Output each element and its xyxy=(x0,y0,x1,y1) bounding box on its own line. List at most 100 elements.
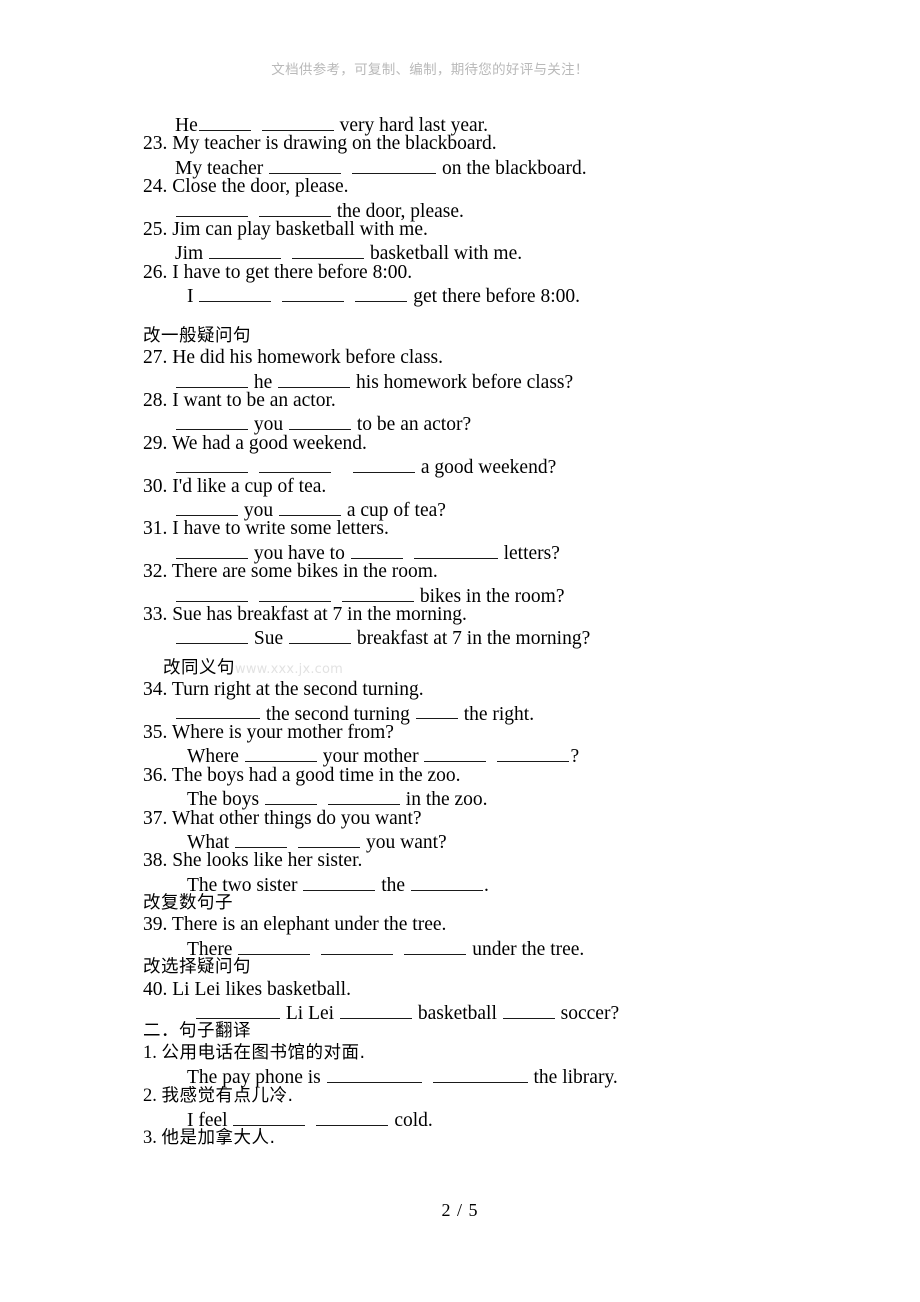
fill-blank[interactable] xyxy=(259,198,331,217)
item-number: 31. xyxy=(143,518,168,540)
answer-line: There under the tree. xyxy=(143,936,843,960)
fill-blank[interactable] xyxy=(259,454,331,474)
fill-blank[interactable] xyxy=(176,454,248,474)
item-prompt: He did his homework before class. xyxy=(172,347,444,369)
fill-blank[interactable] xyxy=(502,1000,555,1019)
answer-line: a good weekend? xyxy=(143,454,843,479)
item-number: 30. xyxy=(143,475,168,497)
fill-blank[interactable] xyxy=(261,112,334,131)
answer-line: The two sister the . xyxy=(143,872,843,896)
fill-blank[interactable] xyxy=(292,240,365,260)
item-number: 28. xyxy=(143,390,168,412)
answer-line: you a cup of tea? xyxy=(143,497,843,521)
answer-suffix: to be an actor? xyxy=(356,414,472,436)
fill-blank[interactable] xyxy=(303,872,376,891)
answer-line: The boys in the zoo. xyxy=(143,786,843,810)
answer-line: Where your mother ? xyxy=(143,743,843,767)
item-number: 40. xyxy=(143,978,168,1000)
fill-blank[interactable] xyxy=(176,625,248,645)
item-prompt: 他是加拿大人. xyxy=(161,1128,276,1149)
fill-blank[interactable] xyxy=(282,283,345,303)
fill-blank[interactable] xyxy=(264,786,317,806)
fill-blank[interactable] xyxy=(176,411,248,431)
fill-blank[interactable] xyxy=(176,540,248,559)
item-number: 27. xyxy=(143,347,168,369)
answer-mid-2: basketball xyxy=(417,1002,497,1024)
answer-line: the second turning the right. xyxy=(143,701,843,724)
fill-blank[interactable] xyxy=(432,1064,528,1084)
fill-blank[interactable] xyxy=(199,283,272,303)
fill-blank[interactable] xyxy=(176,369,248,388)
answer-suffix: . xyxy=(483,874,489,896)
answer-line: Jim basketball with me. xyxy=(143,240,843,264)
fill-blank[interactable] xyxy=(353,454,415,474)
answer-suffix: a good weekend? xyxy=(420,457,557,479)
question-line: 38. She looks like her sister. xyxy=(143,850,843,871)
item-number: 1. xyxy=(143,1042,157,1063)
item-prompt: Where is your mother from? xyxy=(171,721,394,743)
fill-blank[interactable] xyxy=(415,701,458,720)
fill-blank[interactable] xyxy=(413,540,498,559)
question-line: 36. The boys had a good time in the zoo. xyxy=(143,765,843,786)
fill-blank[interactable] xyxy=(321,936,394,955)
answer-line: I feel cold. xyxy=(143,1107,843,1131)
item-prompt: Sue has breakfast at 7 in the morning. xyxy=(172,603,467,625)
fill-blank[interactable] xyxy=(176,198,248,217)
answer-suffix: letters? xyxy=(503,542,560,564)
section-heading: 改一般疑问句 xyxy=(143,325,251,346)
question-line: 2. 我感觉有点儿冷. xyxy=(143,1086,843,1107)
fill-blank[interactable] xyxy=(316,1107,389,1126)
fill-blank[interactable] xyxy=(327,786,400,806)
fill-blank[interactable] xyxy=(176,583,248,602)
fill-blank[interactable] xyxy=(424,743,487,763)
fill-blank[interactable] xyxy=(259,583,331,602)
section-heading: 改选择疑问句 xyxy=(143,957,251,978)
fill-blank[interactable] xyxy=(298,829,361,848)
fill-blank[interactable] xyxy=(355,283,408,303)
fill-blank[interactable] xyxy=(352,155,437,174)
document-body: He very hard last year. 23. My teacher i… xyxy=(143,112,843,1150)
fill-blank[interactable] xyxy=(350,540,403,559)
fill-blank[interactable] xyxy=(196,1000,280,1019)
fill-blank[interactable] xyxy=(278,369,351,388)
answer-mid: Li Lei xyxy=(285,1002,335,1024)
watermark-header-text: 文档供参考，可复制、编制，期待您的好评与关注！ xyxy=(271,62,589,78)
fill-blank[interactable] xyxy=(238,936,311,955)
item-prompt: Jim can play basketball with me. xyxy=(172,218,428,240)
answer-line: What you want? xyxy=(143,829,843,853)
item-number: 3. xyxy=(143,1128,157,1149)
fill-blank[interactable] xyxy=(176,497,238,516)
fill-blank[interactable] xyxy=(279,497,341,516)
answer-line: he his homework before class? xyxy=(143,369,843,393)
fill-blank[interactable] xyxy=(209,240,282,260)
item-prompt: I want to be an actor. xyxy=(172,390,336,412)
fill-blank[interactable] xyxy=(326,1064,422,1084)
item-prompt: I'd like a cup of tea. xyxy=(172,475,327,497)
question-line: 27. He did his homework before class. xyxy=(143,347,843,368)
fill-blank[interactable] xyxy=(176,701,260,720)
answer-line: Li Lei basketball soccer? xyxy=(143,1000,843,1024)
fill-blank[interactable] xyxy=(235,829,288,848)
question-line: 37. What other things do you want? xyxy=(143,808,843,829)
question-line: 34. Turn right at the second turning. xyxy=(143,679,843,700)
fill-blank[interactable] xyxy=(342,583,414,602)
fill-blank[interactable] xyxy=(269,155,342,174)
item-prompt: There is an elephant under the tree. xyxy=(171,914,447,936)
section-heading: 改复数句子 xyxy=(143,893,233,914)
fill-blank[interactable] xyxy=(289,625,351,645)
fill-blank[interactable] xyxy=(289,411,351,431)
item-prompt: She looks like her sister. xyxy=(172,850,363,872)
fill-blank[interactable] xyxy=(404,936,467,955)
fill-blank[interactable] xyxy=(233,1107,306,1126)
section-heading: 改同义句 xyxy=(163,657,235,678)
fill-blank[interactable] xyxy=(244,743,317,763)
fill-blank[interactable] xyxy=(497,743,570,763)
question-line: 3. 他是加拿大人. xyxy=(143,1128,843,1149)
question-line: 30. I'd like a cup of tea. xyxy=(143,476,843,497)
answer-suffix: soccer? xyxy=(560,1002,620,1024)
fill-blank[interactable] xyxy=(198,112,251,131)
fill-blank[interactable] xyxy=(339,1000,412,1019)
item-number: 39. xyxy=(143,914,168,936)
fill-blank[interactable] xyxy=(410,872,483,891)
question-line: 28. I want to be an actor. xyxy=(143,390,843,411)
